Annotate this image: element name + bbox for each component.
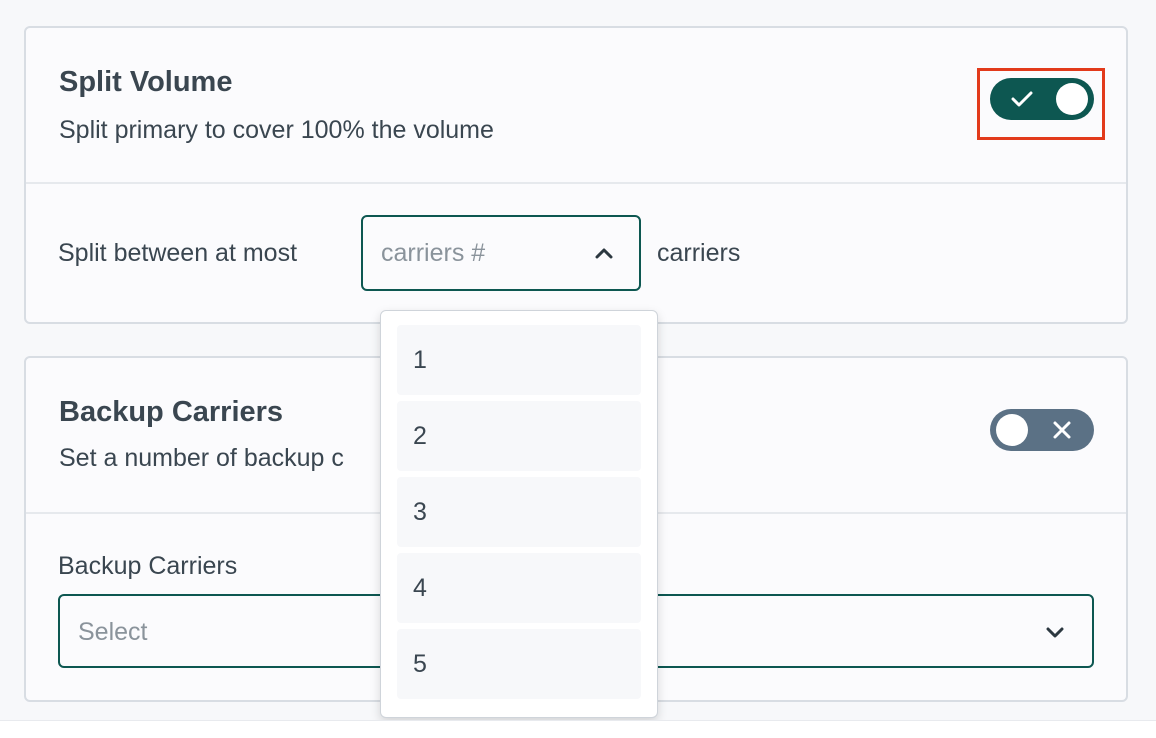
dropdown-option[interactable]: 4: [397, 553, 641, 623]
dropdown-option[interactable]: 2: [397, 401, 641, 471]
split-label-before: Split between at most: [58, 239, 298, 267]
backup-carriers-toggle[interactable]: [990, 409, 1094, 451]
dropdown-option[interactable]: 3: [397, 477, 641, 547]
chevron-up-icon: [591, 241, 617, 267]
backup-carriers-title: Backup Carriers: [59, 396, 284, 428]
split-volume-title: Split Volume: [59, 66, 233, 98]
backup-carriers-select-placeholder: Select: [78, 618, 148, 646]
split-volume-subtitle: Split primary to cover 100% the volume: [59, 116, 494, 144]
split-label-after: carriers: [657, 239, 741, 267]
bottom-bar: [0, 720, 1156, 738]
dropdown-option[interactable]: 1: [397, 325, 641, 395]
backup-carriers-subtitle: Set a number of backup c: [59, 444, 344, 472]
carriers-select-placeholder: carriers #: [381, 239, 486, 267]
carriers-select[interactable]: carriers #: [361, 215, 641, 291]
chevron-down-icon: [1042, 619, 1068, 645]
backup-carriers-field-label: Backup Carriers: [58, 552, 238, 580]
toggle-knob: [996, 414, 1028, 446]
close-icon: [1046, 409, 1078, 451]
divider: [26, 182, 1126, 184]
toggle-highlight-box: [977, 68, 1105, 140]
dropdown-option[interactable]: 5: [397, 629, 641, 699]
carriers-dropdown-menu: 1 2 3 4 5: [380, 310, 658, 718]
